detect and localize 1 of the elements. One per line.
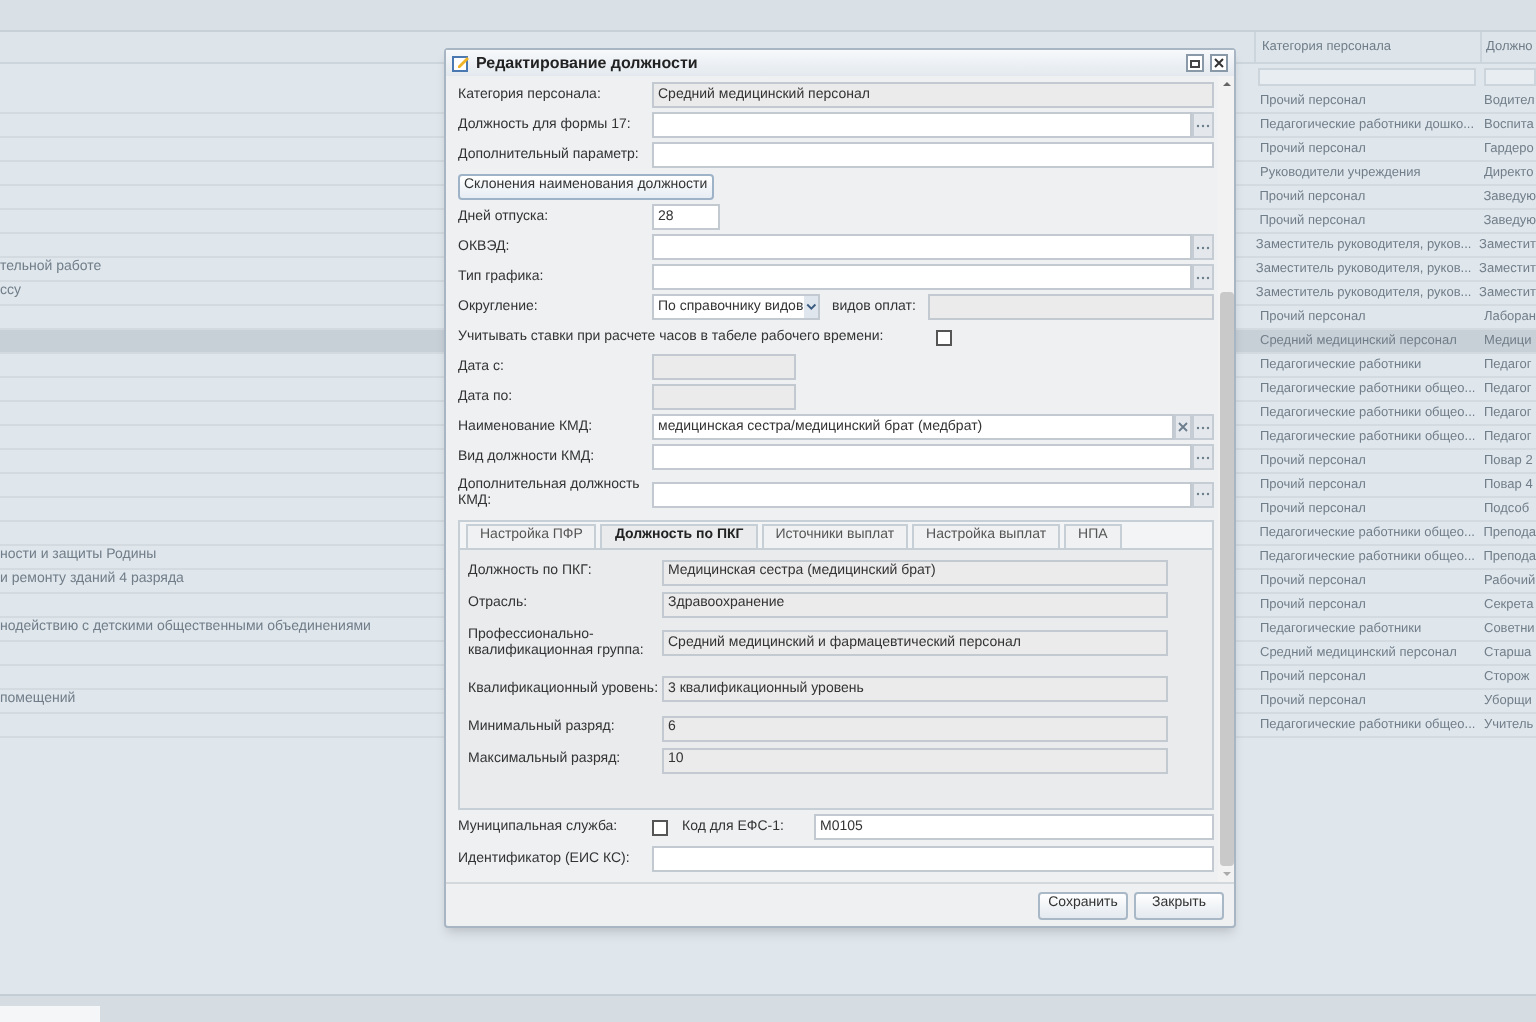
window-title: Редактирование должности [476,51,700,75]
